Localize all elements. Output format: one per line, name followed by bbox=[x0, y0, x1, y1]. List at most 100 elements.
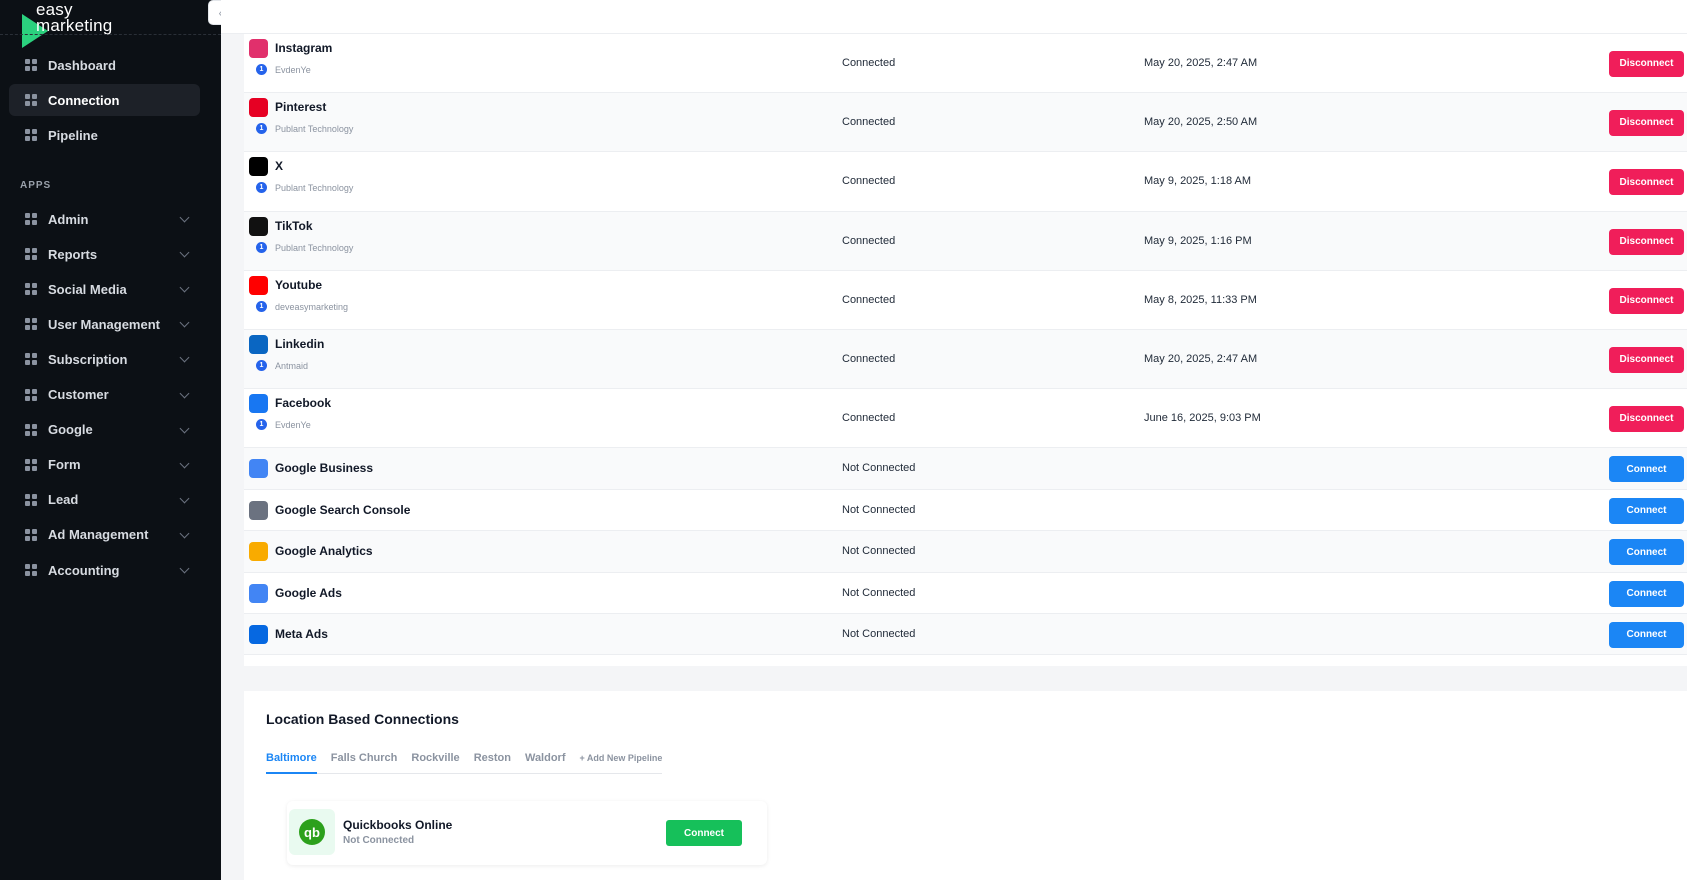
customer-icon bbox=[23, 387, 38, 402]
chevron-down-icon[interactable] bbox=[179, 247, 190, 258]
connect-button[interactable]: Connect bbox=[1609, 456, 1684, 482]
connected-date: May 9, 2025, 1:16 PM bbox=[1144, 234, 1252, 247]
account-name: Publant Technology bbox=[275, 243, 354, 253]
google-search-console-icon bbox=[249, 500, 268, 520]
connection-status: Connected bbox=[842, 56, 896, 69]
connection-row: Google Ads Not Connected Connect bbox=[244, 573, 1687, 614]
connect-button[interactable]: Connect bbox=[1609, 580, 1684, 607]
account-name: EvdenYe bbox=[275, 65, 311, 75]
platform-name: TikTok bbox=[275, 219, 313, 233]
sidebar-item-label: Form bbox=[48, 457, 81, 473]
tab-rockville[interactable]: Rockville bbox=[411, 749, 459, 774]
platform-name: Youtube bbox=[275, 278, 323, 292]
disconnect-button[interactable]: Disconnect bbox=[1609, 346, 1684, 373]
tab-baltimore[interactable]: Baltimore bbox=[266, 749, 317, 774]
admin-icon bbox=[23, 212, 38, 227]
location-connections-section: Location Based Connections Baltimore Fall… bbox=[244, 691, 1687, 880]
connection-status: Not Connected bbox=[842, 503, 916, 516]
connection-status: Connected bbox=[842, 293, 896, 306]
sidebar-item-label: Lead bbox=[48, 492, 79, 508]
sidebar-item-user-management[interactable]: User Management bbox=[9, 308, 200, 340]
chevron-down-icon[interactable] bbox=[179, 458, 190, 469]
disconnect-button[interactable]: Disconnect bbox=[1609, 287, 1684, 314]
connection-status: Not Connected bbox=[842, 462, 916, 474]
connection-row: Meta Ads Not Connected Connect bbox=[244, 614, 1687, 655]
platform-name: X bbox=[275, 159, 284, 173]
chevron-down-icon[interactable] bbox=[179, 317, 190, 328]
sidebar-item-pipeline[interactable]: Pipeline bbox=[9, 119, 200, 151]
folder-icon bbox=[23, 457, 38, 472]
chevron-down-icon[interactable] bbox=[179, 352, 190, 363]
meta-ads-icon bbox=[249, 624, 268, 644]
linkedin-icon bbox=[249, 335, 268, 354]
sidebar-item-customer[interactable]: Customer bbox=[9, 379, 200, 411]
tab-reston[interactable]: Reston bbox=[474, 749, 511, 774]
connection-row: Instagram 1 EvdenYe Connected May 20, 2025, … bbox=[244, 34, 1687, 93]
google-ads-icon bbox=[249, 583, 268, 603]
connect-button[interactable]: Connect bbox=[1609, 497, 1684, 524]
sidebar-item-google[interactable]: Google bbox=[9, 414, 200, 446]
add-pipeline-tab[interactable]: + Add New Pipeline bbox=[580, 749, 663, 774]
chevron-down-icon[interactable] bbox=[179, 493, 190, 504]
sidebar-item-ad-management[interactable]: Ad Management bbox=[9, 519, 200, 551]
account-name: Antmaid bbox=[275, 361, 309, 371]
chevron-down-icon[interactable] bbox=[179, 528, 190, 539]
connection-status: Connected bbox=[842, 115, 896, 128]
disconnect-button[interactable]: Disconnect bbox=[1609, 228, 1684, 255]
sidebar-item-label: Reports bbox=[48, 246, 98, 262]
sidebar-item-admin[interactable]: Admin bbox=[9, 203, 200, 235]
location-tabs: Baltimore Falls Church Rockville Reston Wald… bbox=[266, 749, 663, 774]
connect-button[interactable]: Connect bbox=[1609, 621, 1684, 648]
sidebar-item-accounting[interactable]: Accounting bbox=[9, 554, 200, 586]
sidebar-item-connection[interactable]: Connection bbox=[9, 84, 200, 116]
quickbooks-connect-button[interactable]: Connect bbox=[666, 820, 742, 846]
account-badge: 1 bbox=[256, 360, 267, 371]
disconnect-button[interactable]: Disconnect bbox=[1609, 109, 1684, 136]
tab-waldorf[interactable]: Waldorf bbox=[525, 749, 566, 774]
chevron-down-icon[interactable] bbox=[179, 388, 190, 398]
sidebar-item-subscription[interactable]: Subscription bbox=[9, 343, 200, 375]
connected-date: June 16, 2025, 9:03 PM bbox=[1144, 411, 1261, 424]
connect-button[interactable]: Connect bbox=[1609, 539, 1684, 565]
chevron-down-icon[interactable] bbox=[179, 282, 190, 293]
google-analytics-icon bbox=[249, 542, 268, 561]
sidebar-item-social-media[interactable]: Social Media bbox=[9, 273, 200, 305]
chevron-down-icon[interactable] bbox=[179, 212, 190, 223]
account-name: EvdenYe bbox=[275, 420, 311, 430]
account-name: Publant Technology bbox=[275, 183, 354, 193]
disconnect-button[interactable]: Disconnect bbox=[1609, 405, 1684, 432]
chevron-down-icon[interactable] bbox=[179, 563, 190, 574]
brand-logo[interactable]: easy marketing bbox=[20, 1, 220, 50]
chevron-down-icon[interactable] bbox=[179, 423, 190, 434]
sidebar-item-dashboard[interactable]: Dashboard bbox=[9, 49, 200, 81]
disconnect-button[interactable]: Disconnect bbox=[1609, 50, 1684, 77]
connection-row: Youtube 1 deveasymarketing Connected May 8, … bbox=[244, 271, 1687, 330]
facebook-icon bbox=[249, 394, 268, 413]
disconnect-button[interactable]: Disconnect bbox=[1609, 169, 1684, 195]
connection-row: Google Business Not Connected Connect bbox=[244, 448, 1687, 490]
instagram-icon bbox=[249, 39, 268, 58]
sidebar-item-label: Social Media bbox=[48, 281, 127, 297]
connection-status: Connected bbox=[842, 234, 896, 247]
sidebar-item-label: Google bbox=[48, 422, 93, 438]
pinterest-icon bbox=[249, 98, 268, 117]
connection-row: TikTok 1 Publant Technology Connected May 9,… bbox=[244, 212, 1687, 271]
google-icon bbox=[23, 422, 38, 437]
account-badge: 1 bbox=[256, 64, 267, 75]
sidebar-item-reports[interactable]: Reports bbox=[9, 238, 200, 270]
youtube-icon bbox=[249, 276, 268, 295]
x-icon bbox=[249, 157, 268, 176]
sidebar-item-form[interactable]: Form bbox=[9, 449, 200, 481]
quickbooks-logo: qb bbox=[289, 809, 335, 855]
sidebar-item-lead[interactable]: Lead bbox=[9, 484, 200, 516]
section-title: Location Based Connections bbox=[266, 711, 459, 727]
account-name: deveasymarketing bbox=[275, 302, 349, 312]
tiktok-icon bbox=[249, 217, 268, 236]
lead-icon bbox=[23, 492, 38, 507]
platform-name: Google Business bbox=[275, 461, 374, 475]
connection-row: X 1 Publant Technology Connected May 9, 2025… bbox=[244, 152, 1687, 212]
account-badge: 1 bbox=[256, 301, 267, 312]
star-icon bbox=[23, 282, 38, 297]
tab-falls-church[interactable]: Falls Church bbox=[331, 749, 398, 774]
connection-status: Not Connected bbox=[842, 586, 916, 599]
